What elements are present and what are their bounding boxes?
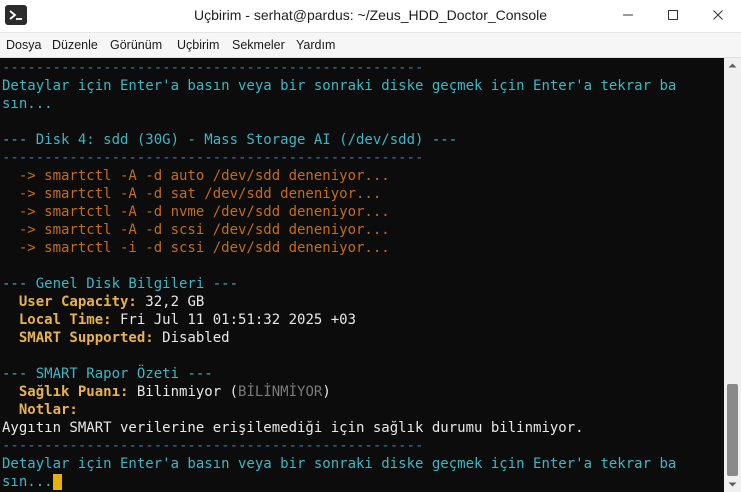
maximize-button[interactable] — [650, 0, 696, 30]
info-value: 32,2 GB — [136, 294, 205, 310]
minimize-icon — [623, 14, 633, 16]
title-bar[interactable]: Uçbirim - serhat@pardus: ~/Zeus_HDD_Doct… — [0, 0, 741, 33]
close-icon — [713, 10, 723, 20]
attempt-line: -> smartctl -A -d auto /dev/sdd deneniyo… — [2, 168, 390, 184]
prompt-text: sın... — [2, 474, 53, 490]
attempt-line: -> smartctl -A -d nvme /dev/sdd deneniyo… — [2, 204, 390, 220]
attempt-line: -> smartctl -A -d scsi /dev/sdd deneniyo… — [2, 222, 390, 238]
disk-header: --- Disk 4: sdd (30G) - Mass Storage AI … — [2, 132, 458, 148]
vertical-scrollbar[interactable] — [724, 58, 741, 492]
separator-line: ----------------------------------------… — [2, 438, 424, 454]
notes-label: Notlar: — [18, 402, 78, 418]
health-value: Bilinmiyor ( — [128, 384, 239, 400]
scroll-down-arrow-icon[interactable] — [728, 480, 737, 489]
health-close: ) — [322, 384, 331, 400]
scroll-up-arrow-icon[interactable] — [728, 61, 737, 70]
terminal-output[interactable]: ----------------------------------------… — [0, 58, 724, 492]
notes-text: Aygıtın SMART verilerine erişilemediği i… — [2, 420, 584, 436]
info-row-local-time: Local Time: Fri Jul 11 01:51:32 2025 +03 — [2, 311, 356, 329]
info-label: Local Time: — [18, 312, 112, 328]
info-value: Disabled — [153, 330, 230, 346]
health-code: BİLİNMİYOR — [238, 384, 323, 400]
general-info-header: --- Genel Disk Bilgileri --- — [2, 276, 239, 292]
attempt-line: -> smartctl -i -d scsi /dev/sdd deneniyo… — [2, 240, 390, 256]
text-cursor — [52, 474, 62, 490]
notes-row: Notlar: — [2, 401, 78, 419]
terminal-app-icon — [5, 5, 27, 25]
separator-line: ----------------------------------------… — [2, 60, 424, 76]
prompt-line: Detaylar için Enter'a basın veya bir son… — [2, 456, 677, 472]
scroll-thumb[interactable] — [727, 384, 738, 476]
info-label: User Capacity: — [18, 294, 137, 310]
menu-yardim[interactable]: Yardım — [296, 38, 335, 52]
info-row-capacity: User Capacity: 32,2 GB — [2, 293, 204, 311]
maximize-icon — [668, 10, 678, 20]
info-label: SMART Supported: — [18, 330, 154, 346]
menu-gorunum[interactable]: Görünüm — [110, 38, 162, 52]
close-button[interactable] — [695, 0, 741, 30]
menu-dosya[interactable]: Dosya — [6, 38, 41, 52]
health-row: Sağlık Puanı: Bilinmiyor (BİLİNMİYOR) — [2, 383, 331, 401]
smart-summary-header: --- SMART Rapor Özeti --- — [2, 366, 213, 382]
attempt-line: -> smartctl -A -d sat /dev/sdd deneniyor… — [2, 186, 382, 202]
minimize-button[interactable] — [605, 0, 651, 30]
menu-duzenle[interactable]: Düzenle — [52, 38, 98, 52]
prompt-line-cont: sın... — [2, 96, 53, 112]
prompt-line: Detaylar için Enter'a basın veya bir son… — [2, 78, 677, 94]
prompt-line-cont: sın... — [2, 473, 62, 491]
menu-bar: Dosya Düzenle Görünüm Uçbirim Sekmeler Y… — [0, 33, 741, 58]
menu-ucbirim[interactable]: Uçbirim — [177, 38, 219, 52]
menu-sekmeler[interactable]: Sekmeler — [232, 38, 285, 52]
info-value: Fri Jul 11 01:51:32 2025 +03 — [111, 312, 357, 328]
health-label: Sağlık Puanı: — [18, 384, 129, 400]
info-row-smart-supported: SMART Supported: Disabled — [2, 329, 230, 347]
separator-line: ----------------------------------------… — [2, 150, 424, 166]
